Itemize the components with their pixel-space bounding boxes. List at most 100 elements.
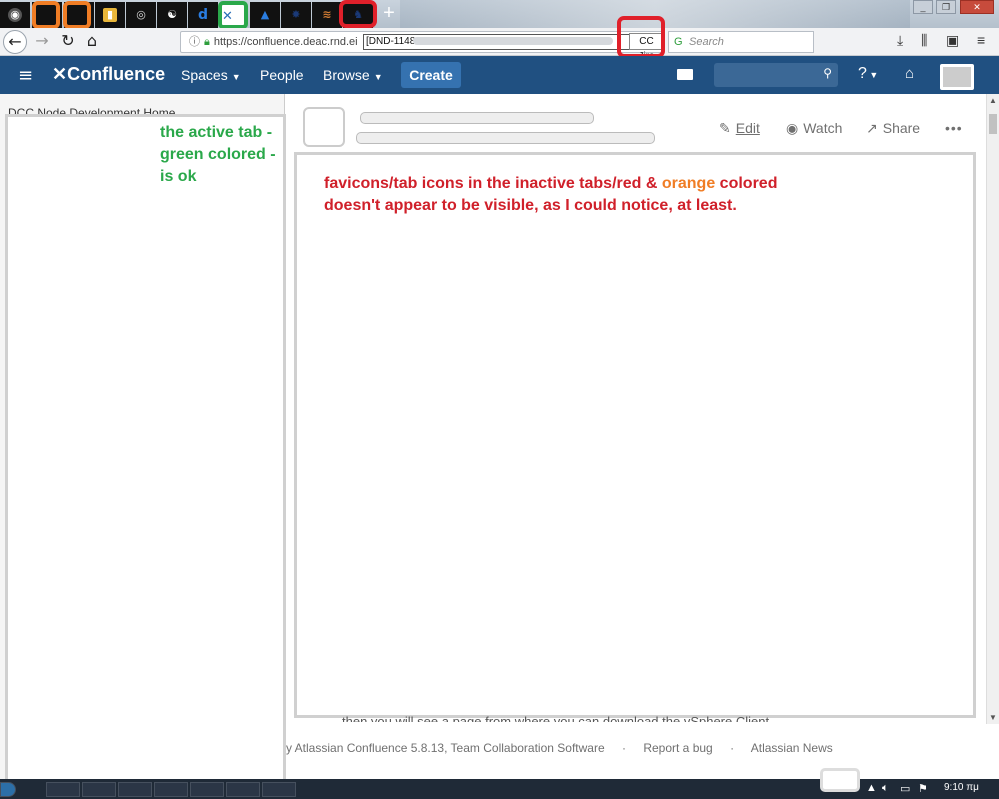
- scroll-down-icon[interactable]: ▼: [989, 713, 997, 722]
- redacted-page-title: [356, 132, 655, 144]
- back-arrow-icon[interactable]: ←: [3, 30, 27, 54]
- taskbar-app[interactable]: [154, 782, 188, 797]
- more-actions-button[interactable]: •••: [945, 120, 963, 136]
- sidebar-icon[interactable]: [677, 69, 693, 80]
- spaces-menu[interactable]: Spaces ▼: [181, 67, 241, 83]
- sidebar-toggle-icon[interactable]: ▣: [946, 32, 959, 49]
- eye-icon: ◉: [786, 121, 799, 137]
- browser-tab[interactable]: ◉: [0, 2, 30, 28]
- url-text: https://confluence.deac.rnd.ei: [213, 36, 358, 48]
- volume-icon[interactable]: 🔈︎: [882, 782, 889, 795]
- confluence-search-input[interactable]: ⚲: [714, 63, 838, 87]
- flag-icon[interactable]: ⚑: [918, 782, 928, 795]
- footer-separator: ·: [730, 741, 735, 755]
- page-icon: [303, 107, 345, 147]
- report-bug-link[interactable]: Report a bug: [643, 741, 712, 755]
- red-highlight-box: [339, 0, 377, 28]
- network-icon[interactable]: ▭: [900, 782, 910, 795]
- confluence-logo[interactable]: ✕Confluence: [52, 64, 165, 85]
- redacted-box: [820, 768, 860, 792]
- taskbar-app[interactable]: [118, 782, 152, 797]
- footer-separator: ·: [621, 741, 626, 755]
- browser-tab[interactable]: ✸: [281, 2, 311, 28]
- share-label: Share: [882, 120, 921, 136]
- reload-icon[interactable]: ↻: [56, 30, 80, 54]
- edit-label: Edit: [735, 120, 760, 136]
- browser-tab[interactable]: ▮: [95, 2, 125, 28]
- create-button[interactable]: Create: [401, 62, 461, 88]
- scroll-up-icon[interactable]: ▲: [989, 96, 997, 105]
- red-note-part1: favicons/tab icons in the inactive tabs/…: [324, 175, 658, 192]
- search-placeholder: Search: [689, 36, 724, 48]
- red-note-orange: orange: [661, 175, 716, 192]
- annotation-overlay-main: [294, 152, 976, 718]
- download-icon[interactable]: ⤓: [897, 32, 903, 49]
- browser-tab[interactable]: d: [188, 2, 218, 28]
- watch-label: Watch: [803, 120, 843, 136]
- active-tab[interactable]: ✕: [218, 1, 248, 29]
- yin-yang-icon: ☯: [167, 8, 177, 21]
- restore-button[interactable]: ❐: [936, 0, 956, 14]
- avatar[interactable]: [940, 64, 974, 90]
- home-icon[interactable]: ⌂: [80, 30, 104, 54]
- confluence-icon: ✕: [222, 8, 233, 23]
- search-icon: ⚲: [823, 66, 832, 80]
- confluence-header: ≡ ✕Confluence Spaces ▼ People Browse ▼ Cre…: [0, 56, 999, 94]
- browse-label: Browse: [323, 67, 370, 83]
- taskbar-app[interactable]: [46, 782, 80, 797]
- page-body-text: then you will see a page from where you …: [342, 714, 770, 722]
- minimize-button[interactable]: _: [913, 0, 933, 14]
- pencil-icon: ✎: [719, 121, 731, 137]
- people-link[interactable]: People: [260, 67, 304, 83]
- taskbar-app[interactable]: [226, 782, 260, 797]
- globe-icon: ◉: [8, 8, 22, 22]
- browser-tab[interactable]: ▲: [250, 2, 280, 28]
- lock-icon: 🔒︎: [204, 36, 210, 48]
- browser-tab[interactable]: ◎: [126, 2, 156, 28]
- browser-tab[interactable]: ☯: [157, 2, 187, 28]
- jira-dark-icon: ✸: [291, 8, 301, 21]
- url-bar[interactable]: ⓘ 🔒︎ https://confluence.deac.rnd.ei [DND-1…: [180, 31, 665, 62]
- help-icon[interactable]: ? ▼: [858, 65, 878, 83]
- edit-button[interactable]: ✎ Edit: [719, 120, 760, 137]
- close-button[interactable]: ✕: [960, 0, 994, 14]
- swirl-icon: ◎: [136, 8, 146, 21]
- page-footer: y Atlassian Confluence 5.8.13, Team Coll…: [286, 741, 847, 755]
- watch-button[interactable]: ◉ Watch: [786, 120, 842, 137]
- stack-icon: ≋: [322, 8, 332, 21]
- taskbar-clock[interactable]: 9:10 πμ: [944, 782, 979, 793]
- taskbar-app[interactable]: [82, 782, 116, 797]
- atlassian-news-link[interactable]: Atlassian News: [751, 741, 833, 755]
- trello-icon: ▮: [103, 8, 117, 22]
- chevron-down-icon: ▼: [231, 72, 241, 82]
- taskbar-app[interactable]: [262, 782, 296, 797]
- browser-tab[interactable]: ≋: [312, 2, 342, 28]
- scroll-thumb[interactable]: [989, 114, 997, 134]
- app-switcher-icon[interactable]: ≡: [18, 65, 33, 86]
- info-icon: ⓘ: [189, 36, 200, 48]
- tray-arrow-icon[interactable]: ▲: [866, 782, 877, 794]
- footer-powered-by: y Atlassian Confluence 5.8.13, Team Coll…: [286, 741, 605, 755]
- notifications-icon[interactable]: ⌂: [905, 65, 914, 82]
- redacted-text: [413, 37, 613, 45]
- menu-icon[interactable]: ≡: [977, 32, 985, 48]
- browser-tab-strip: ◉ ▮ ◎ ☯ d ✕ ▲ ✸ ≋ ♞ + _ ❐ ✕: [0, 0, 999, 29]
- share-button[interactable]: ↗ Share: [866, 120, 920, 137]
- orange-highlight-box: [63, 1, 91, 29]
- forward-arrow-icon[interactable]: →: [30, 30, 54, 54]
- annotation-overlay-left: [5, 114, 286, 792]
- start-button[interactable]: [0, 782, 16, 797]
- library-icon[interactable]: ⫼: [921, 32, 927, 49]
- taskbar-app[interactable]: [190, 782, 224, 797]
- search-engine-icon: G: [674, 36, 683, 48]
- annotation-red-note: favicons/tab icons in the inactive tabs/…: [324, 173, 784, 217]
- spaces-label: Spaces: [181, 67, 228, 83]
- browse-menu[interactable]: Browse ▼: [323, 67, 383, 83]
- share-icon: ↗: [866, 121, 878, 137]
- page-scrollbar[interactable]: ▲ ▼: [986, 94, 999, 724]
- browser-search-input[interactable]: G Search: [668, 31, 814, 53]
- new-tab-button[interactable]: +: [378, 2, 400, 26]
- redacted-breadcrumb: [360, 112, 594, 124]
- atlassian-icon: ▲: [260, 8, 270, 21]
- annotation-green-note: the active tab - green colored - is ok: [160, 124, 276, 185]
